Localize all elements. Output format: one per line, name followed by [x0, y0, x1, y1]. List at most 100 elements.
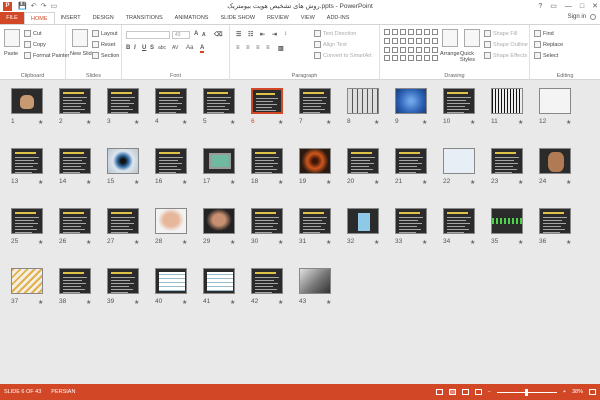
slide-thumbnail[interactable]	[155, 88, 187, 114]
char-spacing-button[interactable]: AV	[172, 45, 178, 51]
shapes-gallery[interactable]	[384, 29, 438, 63]
transition-star-icon[interactable]: ★	[182, 239, 187, 246]
slide-thumbnail[interactable]	[443, 208, 475, 234]
transition-star-icon[interactable]: ★	[518, 119, 523, 126]
transition-star-icon[interactable]: ★	[470, 179, 475, 186]
font-name-field[interactable]	[126, 31, 170, 39]
slide-thumbnail[interactable]	[11, 268, 43, 294]
tab-insert[interactable]: INSERT	[55, 12, 87, 24]
slide-thumbnail[interactable]	[491, 208, 523, 234]
slide-thumbnail[interactable]	[11, 208, 43, 234]
cut-button[interactable]: Cut	[24, 30, 42, 37]
increase-indent-icon[interactable]: ⇥	[272, 31, 277, 38]
change-case-button[interactable]: Aa	[186, 45, 193, 51]
align-right-icon[interactable]: ≡	[256, 45, 260, 51]
new-slide-icon[interactable]	[72, 29, 88, 47]
bold-button[interactable]: B	[126, 45, 130, 51]
minimize-icon[interactable]: —	[565, 3, 572, 10]
transition-star-icon[interactable]: ★	[518, 179, 523, 186]
slide-thumbnail[interactable]	[395, 208, 427, 234]
transition-star-icon[interactable]: ★	[230, 299, 235, 306]
transition-star-icon[interactable]: ★	[374, 119, 379, 126]
transition-star-icon[interactable]: ★	[86, 239, 91, 246]
slide-thumbnail[interactable]	[539, 208, 571, 234]
line-spacing-icon[interactable]: ↕	[284, 31, 287, 37]
tab-add-ins[interactable]: ADD-INS	[321, 12, 356, 24]
slide-thumbnail[interactable]	[347, 148, 379, 174]
slide-thumbnail[interactable]	[107, 268, 139, 294]
shape-fill-button[interactable]: Shape Fill	[484, 30, 517, 37]
transition-star-icon[interactable]: ★	[278, 179, 283, 186]
transition-star-icon[interactable]: ★	[422, 179, 427, 186]
transition-star-icon[interactable]: ★	[134, 239, 139, 246]
zoom-level[interactable]: 38%	[572, 389, 583, 395]
tab-animations[interactable]: ANIMATIONS	[169, 12, 215, 24]
language-indicator[interactable]: PERSIAN	[51, 389, 75, 395]
slide-thumbnail[interactable]	[203, 88, 235, 114]
tab-review[interactable]: REVIEW	[261, 12, 295, 24]
slide-thumbnail[interactable]	[299, 148, 331, 174]
slide-thumbnail[interactable]	[395, 88, 427, 114]
strike-button[interactable]: S	[150, 45, 154, 51]
copy-button[interactable]: Copy	[24, 41, 46, 48]
slide-thumbnail[interactable]	[203, 148, 235, 174]
slide-thumbnail[interactable]	[11, 88, 43, 114]
tab-file[interactable]: FILE	[0, 12, 24, 24]
grow-font-icon[interactable]: A	[194, 31, 198, 37]
slide-thumbnail[interactable]	[251, 268, 283, 294]
slide-thumbnail[interactable]	[155, 148, 187, 174]
transition-star-icon[interactable]: ★	[374, 239, 379, 246]
help-icon[interactable]: ?	[538, 3, 542, 10]
slide-thumbnail[interactable]	[107, 208, 139, 234]
slide-thumbnail[interactable]	[11, 148, 43, 174]
bullets-icon[interactable]: ☰	[236, 31, 241, 38]
transition-star-icon[interactable]: ★	[278, 299, 283, 306]
transition-star-icon[interactable]: ★	[134, 119, 139, 126]
transition-star-icon[interactable]: ★	[38, 119, 43, 126]
shape-outline-button[interactable]: Shape Outline	[484, 41, 528, 48]
zoom-out-button[interactable]: −	[488, 389, 491, 395]
transition-star-icon[interactable]: ★	[566, 239, 571, 246]
slide-thumbnail[interactable]	[59, 268, 91, 294]
transition-star-icon[interactable]: ★	[86, 119, 91, 126]
slide-thumbnail[interactable]	[107, 148, 139, 174]
format-painter-button[interactable]: Format Painter	[24, 52, 69, 59]
slide-thumbnail[interactable]	[107, 88, 139, 114]
sign-in-label[interactable]: Sign in	[568, 14, 586, 20]
underline-button[interactable]: U	[142, 45, 146, 51]
transition-star-icon[interactable]: ★	[518, 239, 523, 246]
slide-sorter-view-icon[interactable]	[448, 389, 456, 395]
transition-star-icon[interactable]: ★	[38, 179, 43, 186]
transition-star-icon[interactable]: ★	[182, 299, 187, 306]
text-direction-button[interactable]: Text Direction	[314, 30, 356, 37]
maximize-icon[interactable]: □	[580, 3, 584, 10]
transition-star-icon[interactable]: ★	[86, 179, 91, 186]
reading-view-icon[interactable]	[461, 389, 469, 395]
shape-effects-button[interactable]: Shape Effects	[484, 52, 527, 59]
slide-thumbnail[interactable]	[59, 88, 91, 114]
ribbon-display-icon[interactable]: ▭	[550, 2, 557, 10]
layout-button[interactable]: Layout	[92, 30, 118, 37]
tab-home[interactable]: HOME	[24, 12, 55, 24]
font-color-button[interactable]: A	[200, 45, 205, 53]
clear-format-icon[interactable]: ⌫	[214, 31, 222, 38]
transition-star-icon[interactable]: ★	[182, 179, 187, 186]
slide-thumbnail[interactable]	[299, 208, 331, 234]
transition-star-icon[interactable]: ★	[422, 119, 427, 126]
transition-star-icon[interactable]: ★	[86, 299, 91, 306]
section-button[interactable]: Section	[92, 52, 119, 59]
transition-star-icon[interactable]: ★	[422, 239, 427, 246]
slide-thumbnail[interactable]	[491, 148, 523, 174]
slide-thumbnail[interactable]	[443, 88, 475, 114]
normal-view-icon[interactable]	[435, 389, 443, 395]
select-button[interactable]: Select	[534, 52, 558, 59]
convert-smartart-button[interactable]: Convert to SmartArt	[314, 52, 372, 59]
decrease-indent-icon[interactable]: ⇤	[260, 31, 265, 38]
slide-thumbnail[interactable]	[347, 208, 379, 234]
paste-icon[interactable]	[4, 29, 20, 47]
user-icon[interactable]	[590, 14, 596, 20]
slide-thumbnail[interactable]	[251, 88, 283, 114]
slide-thumbnail[interactable]	[443, 148, 475, 174]
zoom-slider-thumb[interactable]	[524, 388, 528, 396]
transition-star-icon[interactable]: ★	[566, 179, 571, 186]
